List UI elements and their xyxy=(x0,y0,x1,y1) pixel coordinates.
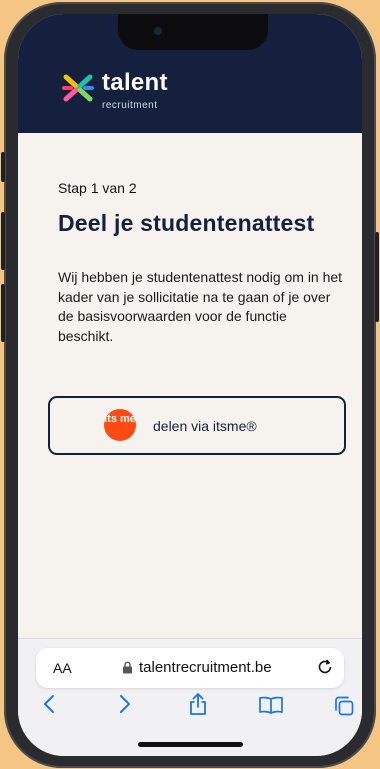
page-description: Wij hebben je studentenattest nodig om i… xyxy=(58,269,343,344)
share-button-label: delen via itsme® xyxy=(153,418,257,434)
talent-logo-icon xyxy=(62,74,94,102)
mute-switch xyxy=(1,152,5,182)
itsme-logo-text: its me xyxy=(104,413,136,425)
itsme-logo-icon: its me xyxy=(104,409,136,441)
tabs-icon[interactable] xyxy=(333,695,355,717)
volume-up-button xyxy=(1,212,5,270)
camera-icon xyxy=(154,27,162,35)
bookmarks-icon[interactable] xyxy=(258,696,284,714)
volume-down-button xyxy=(1,284,5,342)
logo-subtitle: recruitment xyxy=(102,100,158,111)
site-header: talent recruitment xyxy=(18,14,362,133)
logo-wordmark: talent xyxy=(102,69,168,96)
reload-icon[interactable] xyxy=(316,658,334,676)
notch xyxy=(118,14,268,50)
text-size-button[interactable]: AA xyxy=(53,660,72,676)
home-indicator xyxy=(138,742,243,747)
share-via-itsme-button[interactable]: its me delen via itsme® xyxy=(48,396,346,455)
phone-frame: talent recruitment Stap 1 van 2 Deel je … xyxy=(1,2,379,768)
address-bar[interactable]: AA talentrecruitment.be xyxy=(36,648,344,688)
share-icon[interactable] xyxy=(188,692,208,716)
screen: talent recruitment Stap 1 van 2 Deel je … xyxy=(18,14,362,756)
lock-icon xyxy=(123,661,132,674)
back-icon[interactable] xyxy=(42,694,56,714)
page-title: Deel je studentenattest xyxy=(58,210,315,236)
url-text: talentrecruitment.be xyxy=(139,659,272,676)
side-button xyxy=(375,232,379,322)
step-indicator: Stap 1 van 2 xyxy=(58,180,137,196)
forward-icon[interactable] xyxy=(118,694,132,714)
